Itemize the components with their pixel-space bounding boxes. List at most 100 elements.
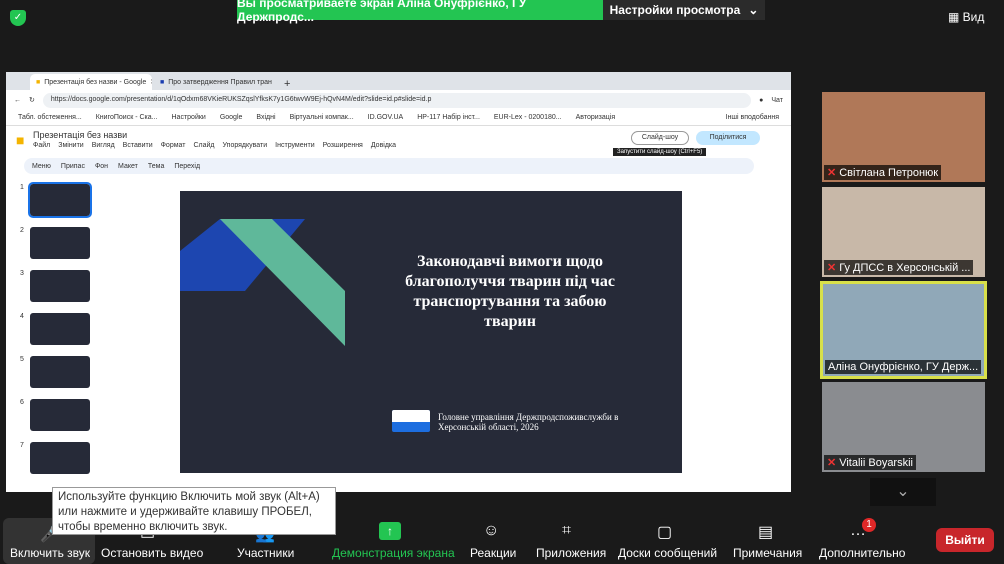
menu-item[interactable]: Вигляд: [92, 142, 115, 149]
menu-item[interactable]: Упорядкувати: [223, 142, 268, 149]
mic-muted-icon: ✕: [827, 457, 837, 469]
reactions-icon: ☺: [483, 522, 500, 539]
thumb-number: 2: [20, 227, 24, 234]
share-banner: Вы просматриваете экран Аліна Онуфрієнко…: [237, 0, 765, 24]
whiteboards-button[interactable]: Доски сообщений: [618, 546, 717, 560]
bookmark[interactable]: Google: [220, 114, 243, 121]
thumb-image: [29, 399, 90, 431]
reload-icon[interactable]: ↻: [29, 96, 35, 104]
slide-thumbnail[interactable]: 5: [20, 356, 90, 388]
mic-muted-icon: ✕: [827, 167, 837, 179]
theme-button[interactable]: Тема: [148, 163, 164, 170]
participant-name: Світлана Петронюк: [839, 167, 939, 179]
bookmark[interactable]: Табл. обстеження...: [18, 114, 82, 121]
scroll-down-chevron-icon[interactable]: ⌄: [870, 478, 936, 506]
transition-button[interactable]: Перехід: [174, 163, 200, 170]
grid-icon: ▦: [948, 10, 963, 24]
thumb-number: 7: [20, 442, 24, 449]
view-settings-button[interactable]: Настройки просмотра ⌄: [603, 0, 765, 20]
slide-thumbnail[interactable]: 6: [20, 399, 90, 431]
share-button[interactable]: Поділитися: [696, 131, 760, 145]
background-button[interactable]: Фон: [95, 163, 108, 170]
url-input[interactable]: https://docs.google.com/presentation/d/1…: [42, 92, 752, 108]
security-shield-icon[interactable]: ✓: [10, 10, 26, 26]
bookmark[interactable]: Віртуальні компак...: [290, 114, 354, 121]
copilot-chat-button[interactable]: Чат: [771, 97, 783, 104]
menu-search[interactable]: Меню: [32, 163, 51, 170]
menu-item[interactable]: Розширення: [323, 142, 363, 149]
menu-item[interactable]: Вставити: [123, 142, 153, 149]
bookmark[interactable]: HP-117 Набір інст...: [417, 114, 480, 121]
unmute-tooltip: Используйте функцию Включить мой звук (A…: [52, 487, 336, 535]
profile-icon[interactable]: ●: [759, 97, 763, 104]
thumb-number: 6: [20, 399, 24, 406]
leave-button[interactable]: Выйти: [936, 528, 994, 552]
view-label: Вид: [962, 10, 985, 24]
close-icon[interactable]: ✕: [150, 78, 152, 86]
tab-regulation[interactable]: ■Про затвердження Правил тран✕: [154, 74, 276, 90]
thumb-image: [29, 442, 90, 474]
menu-item[interactable]: Слайд: [193, 142, 214, 149]
notification-badge: 1: [862, 518, 876, 532]
bookmark[interactable]: КнигоПоиск - Ска...: [96, 114, 158, 121]
stop-video-button[interactable]: Остановить видео: [101, 546, 203, 560]
more-button[interactable]: Дополнительно: [819, 546, 905, 560]
thumb-image: [29, 356, 90, 388]
zoom-fit-dropdown[interactable]: Припас: [61, 163, 85, 170]
participant-name: Аліна Онуфрієнко, ГУ Держ...: [828, 361, 979, 373]
participant-name: Vitalii Boyarskii: [839, 457, 913, 469]
unmute-label[interactable]: Включить звук: [10, 546, 90, 560]
back-icon[interactable]: ←: [14, 97, 21, 104]
bookmark[interactable]: Авторизація: [576, 114, 616, 121]
slide-thumbnail[interactable]: 2: [20, 227, 90, 259]
apps-button[interactable]: Приложения: [536, 546, 606, 560]
view-button[interactable]: ▦ Вид: [948, 10, 984, 24]
participants-button[interactable]: Участники: [237, 546, 294, 560]
slide-thumbnail[interactable]: 4: [20, 313, 90, 345]
menu-item[interactable]: Формат: [161, 142, 186, 149]
new-tab-icon[interactable]: +: [278, 78, 296, 90]
notes-button[interactable]: Примечания: [733, 546, 802, 560]
slides-logo-icon: ■: [16, 132, 25, 148]
slide-thumbnail[interactable]: 7: [20, 442, 90, 474]
browser-tab-bar: ■Презентація без назви - Google✕ ■Про за…: [6, 72, 791, 90]
video-tile[interactable]: ✕ Vitalii Boyarskii: [822, 382, 985, 472]
tab-slides[interactable]: ■Презентація без назви - Google✕: [30, 74, 152, 90]
menu-item[interactable]: Довідка: [371, 142, 396, 149]
reactions-button[interactable]: Реакции: [470, 546, 516, 560]
bookmark[interactable]: Вхідні: [256, 114, 275, 121]
layout-button[interactable]: Макет: [118, 163, 138, 170]
participant-name: Гу ДПСС в Херсонській ...: [839, 262, 971, 274]
address-bar-row: ← ↻ https://docs.google.com/presentation/…: [6, 90, 791, 110]
bookmarks-bar: Табл. обстеження... КнигоПоиск - Ска... …: [6, 110, 791, 126]
document-title[interactable]: Презентація без назви: [33, 130, 127, 140]
menu-item[interactable]: Інструменти: [275, 142, 314, 149]
bookmark[interactable]: ID.GOV.UA: [368, 114, 404, 121]
bookmark[interactable]: EUR-Lex - 0200180...: [494, 114, 562, 121]
slide-caption: Головне управління Держпродспоживслужби …: [438, 412, 619, 432]
thumb-image: [29, 227, 90, 259]
video-tile-active-speaker[interactable]: Аліна Онуфрієнко, ГУ Держ...: [820, 281, 987, 379]
slide-title: Законодавчі вимоги щодо благополуччя тва…: [405, 253, 615, 330]
view-settings-label: Настройки просмотра: [609, 3, 741, 17]
thumb-image: [29, 270, 90, 302]
menu-item[interactable]: Змінити: [58, 142, 84, 149]
slide-thumbnail[interactable]: 3: [20, 270, 90, 302]
slide-thumbnail[interactable]: 1: [20, 182, 92, 218]
slides-toolbar: Меню Припас Фон Макет Тема Перехід: [24, 158, 754, 174]
video-tile[interactable]: ✕ Гу ДПСС в Херсонській ...: [822, 187, 985, 277]
slideshow-button[interactable]: Слайд-шоу: [631, 131, 689, 145]
other-bookmarks[interactable]: Інші вподобання: [726, 114, 779, 121]
chevron-down-icon: ⌄: [748, 3, 759, 17]
slide-thumbnails: 1 2 3 4 5 6 7: [20, 182, 92, 485]
bookmark[interactable]: Настройки: [172, 114, 206, 121]
organization-logo: [392, 410, 430, 432]
site-icon: ■: [160, 78, 165, 86]
whiteboard-icon: ▢: [657, 524, 673, 541]
thumb-number: 3: [20, 270, 24, 277]
share-screen-button[interactable]: Демонстрация экрана: [332, 546, 455, 560]
slides-icon: ■: [36, 78, 41, 86]
notes-icon: ▤: [758, 524, 774, 541]
menu-item[interactable]: Файл: [33, 142, 50, 149]
video-tile[interactable]: ✕ Світлана Петронюк: [822, 92, 985, 182]
